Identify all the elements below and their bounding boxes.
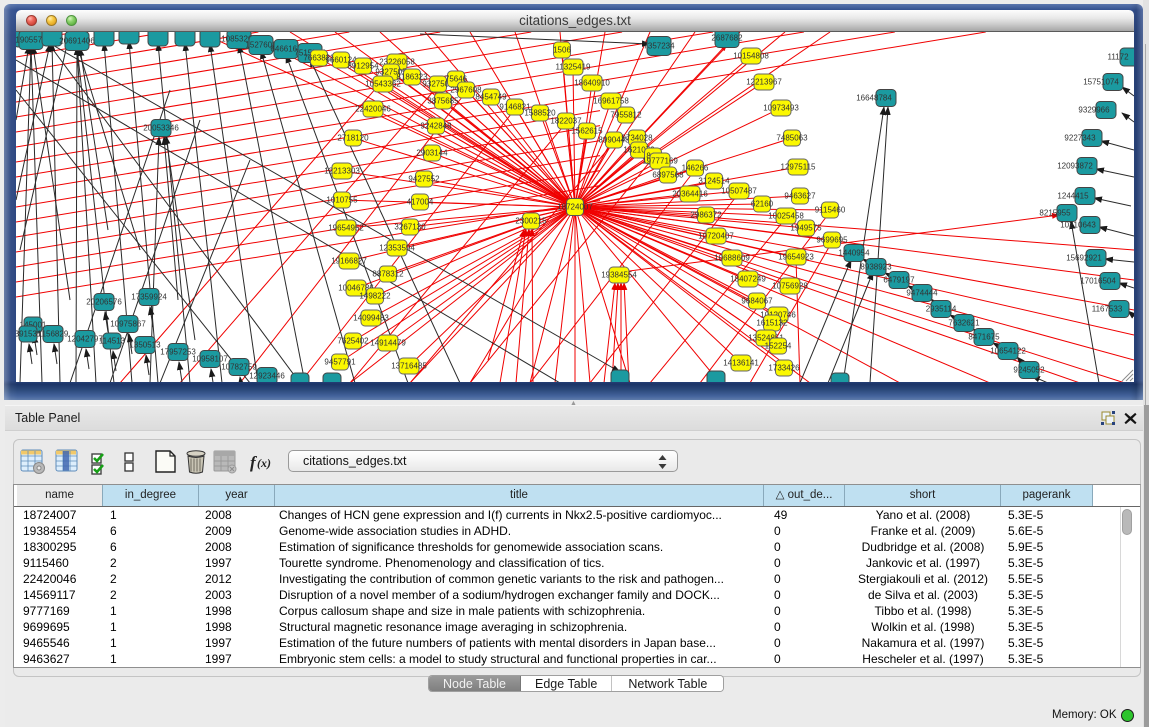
svg-text:1167533: 1167533 xyxy=(1092,305,1123,314)
svg-text:9734028: 9734028 xyxy=(621,134,653,143)
svg-text:7955812: 7955812 xyxy=(610,111,642,120)
svg-text:2935114: 2935114 xyxy=(926,305,957,314)
svg-text:9463627: 9463627 xyxy=(784,192,816,201)
svg-text:2687682: 2687682 xyxy=(711,34,743,43)
svg-text:1949575: 1949575 xyxy=(790,224,822,233)
svg-text:9474444: 9474444 xyxy=(906,289,938,298)
svg-text:7632621: 7632621 xyxy=(948,319,980,328)
svg-text:9329966: 9329966 xyxy=(1078,106,1110,115)
svg-text:2718120: 2718120 xyxy=(337,134,369,143)
svg-text:2300215: 2300215 xyxy=(515,217,547,226)
svg-text:9227343: 9227343 xyxy=(1064,134,1096,143)
svg-text:18724007: 18724007 xyxy=(557,203,593,212)
svg-text:17359924: 17359924 xyxy=(131,293,167,302)
svg-text:9699695: 9699695 xyxy=(816,236,848,245)
svg-text:7485063: 7485063 xyxy=(776,134,808,143)
svg-text:7625402: 7625402 xyxy=(337,337,369,346)
svg-text:8215955: 8215955 xyxy=(1039,209,1071,218)
svg-text:8878312: 8878312 xyxy=(372,270,404,279)
svg-text:417004: 417004 xyxy=(407,198,434,207)
svg-text:12213303: 12213303 xyxy=(324,167,360,176)
svg-text:10025458: 10025458 xyxy=(768,212,804,221)
svg-text:11172: 11172 xyxy=(1107,53,1129,62)
svg-text:2986372: 2986372 xyxy=(690,211,722,220)
svg-text:3875685: 3875685 xyxy=(427,97,459,106)
svg-text:10782759: 10782759 xyxy=(221,363,257,372)
svg-text:14914479: 14914479 xyxy=(370,339,406,348)
svg-text:20206576: 20206576 xyxy=(86,298,122,307)
svg-text:62160: 62160 xyxy=(751,200,774,209)
svg-text:9684067: 9684067 xyxy=(741,297,773,306)
svg-text:20053346: 20053346 xyxy=(143,124,179,133)
svg-text:114513: 114513 xyxy=(99,337,126,346)
svg-text:9427552: 9427552 xyxy=(408,175,440,184)
svg-text:17016504: 17016504 xyxy=(1080,277,1116,286)
svg-text:19654952: 19654952 xyxy=(328,224,364,233)
svg-text:146266: 146266 xyxy=(682,164,709,173)
svg-text:3124514: 3124514 xyxy=(698,177,730,186)
svg-text:19384554: 19384554 xyxy=(601,271,637,280)
svg-text:11325419: 11325419 xyxy=(556,63,592,72)
svg-text:1506: 1506 xyxy=(553,46,571,55)
svg-text:20691406: 20691406 xyxy=(59,37,95,46)
svg-text:16648784: 16648784 xyxy=(856,94,892,103)
svg-text:12353594: 12353594 xyxy=(379,244,415,253)
svg-text:10654122: 10654122 xyxy=(990,347,1026,356)
svg-text:13716485: 13716485 xyxy=(391,362,427,371)
svg-text:1440954: 1440954 xyxy=(838,249,870,258)
svg-text:15751074: 15751074 xyxy=(1083,78,1119,87)
svg-text:10973493: 10973493 xyxy=(763,104,799,113)
svg-text:19654923: 19654923 xyxy=(778,253,814,262)
svg-text:8912954: 8912954 xyxy=(347,62,379,71)
svg-text:1822037: 1822037 xyxy=(550,117,582,126)
svg-text:3267130: 3267130 xyxy=(394,223,426,232)
svg-text:22420046: 22420046 xyxy=(355,105,391,114)
svg-text:10688609: 10688609 xyxy=(714,254,750,263)
svg-text:19777169: 19777169 xyxy=(642,157,678,166)
svg-text:9115460: 9115460 xyxy=(815,206,846,215)
svg-text:15692921: 15692921 xyxy=(1066,254,1102,263)
svg-text:18640910: 18640910 xyxy=(574,79,610,88)
svg-text:9457791: 9457791 xyxy=(324,358,356,367)
svg-text:8454749: 8454749 xyxy=(475,93,507,102)
svg-text:8938923: 8938923 xyxy=(860,263,892,272)
svg-text:152254: 152254 xyxy=(765,342,792,351)
svg-text:1244415: 1244415 xyxy=(1057,192,1089,201)
svg-text:2903144: 2903144 xyxy=(416,149,448,158)
svg-text:1010755: 1010755 xyxy=(326,196,358,205)
svg-text:(x): (x) xyxy=(257,456,271,470)
svg-text:10507487: 10507487 xyxy=(721,187,757,196)
svg-text:8471675: 8471675 xyxy=(968,333,1000,342)
svg-text:9242848: 9242848 xyxy=(420,122,452,131)
svg-text:17957253: 17957253 xyxy=(160,348,196,357)
svg-text:16961758: 16961758 xyxy=(593,97,629,106)
svg-text:6479197: 6479197 xyxy=(883,276,915,285)
svg-text:14136141: 14136141 xyxy=(723,359,759,368)
svg-text:14099483: 14099483 xyxy=(353,314,389,323)
svg-text:1156829: 1156829 xyxy=(38,330,69,339)
svg-text:10720407: 10720407 xyxy=(698,232,734,241)
svg-text:12093872: 12093872 xyxy=(1057,162,1093,171)
svg-text:7357234: 7357234 xyxy=(643,42,675,51)
svg-text:10756928: 10756928 xyxy=(772,282,808,291)
svg-text:6897568: 6897568 xyxy=(652,171,684,180)
svg-text:10210643: 10210643 xyxy=(1060,221,1096,230)
svg-text:1350513: 1350513 xyxy=(129,341,161,350)
svg-text:10975867: 10975867 xyxy=(110,320,146,329)
svg-text:12213967: 12213967 xyxy=(746,78,782,87)
svg-text:10543362: 10543362 xyxy=(365,80,401,89)
svg-text:1615132: 1615132 xyxy=(756,319,788,328)
svg-text:12923446: 12923446 xyxy=(249,372,285,381)
svg-text:10154808: 10154808 xyxy=(733,52,769,61)
svg-text:12975115: 12975115 xyxy=(781,163,817,172)
svg-text:1562615: 1562615 xyxy=(571,127,603,136)
svg-text:12042797: 12042797 xyxy=(67,335,103,344)
svg-text:20364416: 20364416 xyxy=(672,190,708,199)
svg-text:18407249: 18407249 xyxy=(730,275,766,284)
svg-text:9245052: 9245052 xyxy=(1013,366,1045,375)
svg-text:1733426: 1733426 xyxy=(768,364,800,373)
svg-text:19166827: 19166827 xyxy=(331,257,367,266)
svg-text:1498222: 1498222 xyxy=(359,292,391,301)
